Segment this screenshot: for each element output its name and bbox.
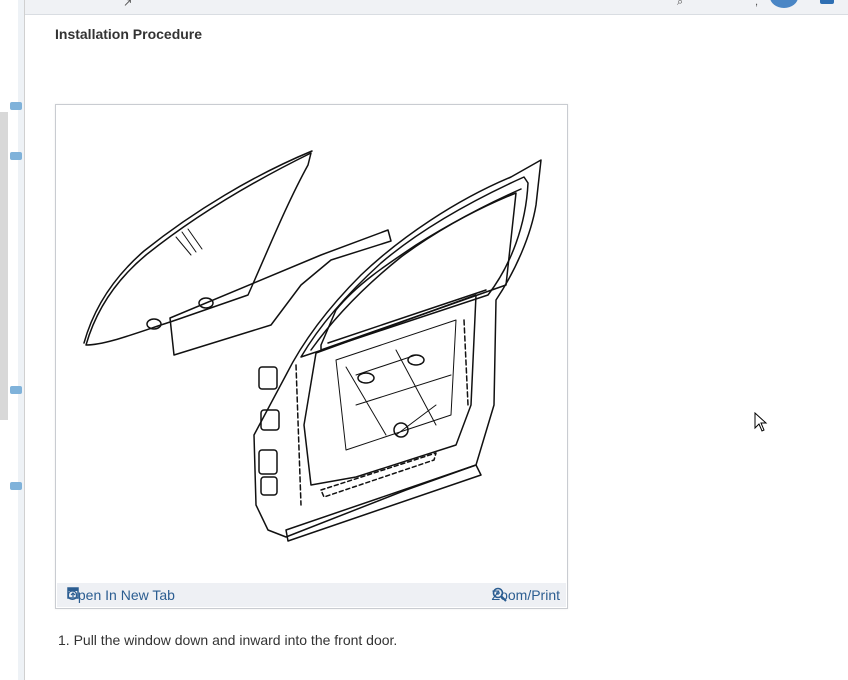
toolbar-fragment-icon: , bbox=[755, 0, 759, 8]
notification-icon[interactable] bbox=[820, 0, 834, 4]
avatar[interactable] bbox=[770, 0, 798, 8]
step-item: 1. Pull the window down and inward into … bbox=[58, 632, 398, 648]
zoom-icon bbox=[492, 587, 507, 602]
open-in-new-tab-link[interactable]: Open In New Tab bbox=[67, 587, 175, 603]
section-heading: Installation Procedure bbox=[55, 26, 203, 42]
top-toolbar: ↗ ⌕ , bbox=[25, 0, 848, 15]
search-icon[interactable]: ⌕ bbox=[677, 0, 683, 9]
background-window-edge bbox=[0, 0, 25, 680]
background-marker bbox=[10, 386, 22, 394]
figure-container: Open In New Tab Zoom/Print bbox=[55, 104, 568, 609]
door-window-illustration bbox=[83, 150, 542, 542]
figure-footer: Open In New Tab Zoom/Print bbox=[57, 583, 566, 607]
background-marker bbox=[10, 152, 22, 160]
background-scrollbar bbox=[0, 112, 8, 420]
toolbar-fragment-icon: ↗ bbox=[123, 0, 133, 9]
background-marker bbox=[10, 482, 22, 490]
zoom-print-link[interactable]: Zoom/Print bbox=[492, 587, 560, 603]
background-marker bbox=[10, 102, 22, 110]
cursor-icon bbox=[754, 412, 768, 432]
open-in-new-tab-label: Open In New Tab bbox=[67, 587, 175, 603]
open-in-new-tab-icon bbox=[67, 587, 79, 599]
